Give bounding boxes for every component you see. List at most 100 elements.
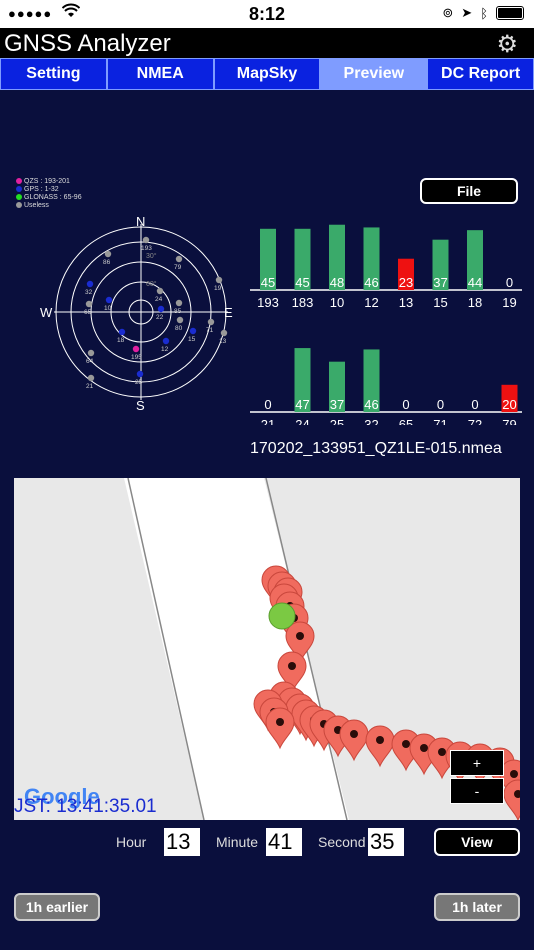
bar-value-label: 0 bbox=[506, 275, 513, 290]
bar-category-label: 12 bbox=[364, 295, 378, 310]
location-pin-icon bbox=[503, 779, 520, 820]
satellite-label: 25 bbox=[135, 379, 143, 386]
second-field[interactable]: 35 bbox=[368, 828, 404, 856]
location-pin-icon bbox=[339, 719, 369, 762]
zoom-in-button[interactable]: + bbox=[450, 750, 504, 776]
tab-preview[interactable]: Preview bbox=[320, 58, 428, 90]
satellite-label: 80 bbox=[175, 325, 183, 332]
satellite-label: 19 bbox=[214, 285, 222, 292]
satellite-label: 24 bbox=[155, 296, 163, 303]
bar-category-label: 193 bbox=[257, 295, 279, 310]
bar-category-label: 19 bbox=[502, 295, 516, 310]
satellite-label: 79 bbox=[174, 264, 182, 271]
satellite-195 bbox=[132, 345, 140, 353]
satellite-label: 15 bbox=[188, 336, 196, 343]
satellite-label: 21 bbox=[86, 383, 94, 390]
bar-value-label: 0 bbox=[264, 397, 271, 412]
ring-label: 30° bbox=[146, 252, 157, 260]
satellite-71 bbox=[207, 318, 215, 326]
tab-nmea[interactable]: NMEA bbox=[106, 58, 214, 90]
satellite-label: 195 bbox=[131, 354, 142, 361]
bar-value-label: 46 bbox=[364, 397, 378, 412]
bluetooth-icon: ᛒ bbox=[480, 5, 488, 21]
satellite-label: 85 bbox=[174, 308, 182, 315]
bar-value-label: 47 bbox=[295, 397, 309, 412]
bar-category-label: 15 bbox=[433, 295, 447, 310]
satellite-12 bbox=[162, 337, 170, 345]
orientation-lock-icon: ⊚ bbox=[442, 5, 454, 20]
bar-category-label: 32 bbox=[364, 417, 378, 425]
current-location-pin-icon bbox=[268, 602, 296, 630]
satellite-label: 86 bbox=[103, 259, 111, 266]
satellite-19 bbox=[215, 276, 223, 284]
satellite-label: 193 bbox=[141, 245, 152, 252]
ring-label: 60° bbox=[146, 280, 157, 288]
satellite-21 bbox=[87, 374, 95, 382]
satellite-label: 22 bbox=[156, 314, 164, 321]
bar-category-label: 10 bbox=[330, 295, 344, 310]
satellite-legend: QZS : 193-201 GPS : 1-32 GLONASS : 65-96… bbox=[16, 178, 82, 210]
bar-value-label: 45 bbox=[261, 275, 275, 290]
satellite-10 bbox=[105, 296, 113, 304]
bar-value-label: 48 bbox=[330, 275, 344, 290]
file-button[interactable]: File bbox=[420, 178, 518, 204]
tab-mapsky[interactable]: MapSky bbox=[213, 58, 321, 90]
signal-chart-bottom: 0 21 47 24 37 25 46 32 0 65 0 71 0 72 20 79 bbox=[250, 348, 522, 425]
jst-time: JST: 13:41:35.01 bbox=[14, 796, 157, 817]
second-label: Second bbox=[318, 834, 366, 850]
map-view[interactable]: Google + - bbox=[14, 478, 520, 820]
legend-item: Useless bbox=[16, 202, 82, 210]
legend-dot-icon bbox=[16, 186, 22, 193]
location-pin-icon bbox=[365, 725, 395, 768]
satellite-label: 10 bbox=[104, 305, 112, 312]
bar-category-label: 72 bbox=[468, 417, 482, 425]
bar-category-label: 71 bbox=[433, 417, 447, 425]
legend-dot-icon bbox=[16, 178, 22, 185]
satellite-18 bbox=[118, 328, 126, 336]
satellite-label: 71 bbox=[206, 327, 214, 334]
satellite-64 bbox=[87, 349, 95, 357]
satellite-79 bbox=[175, 255, 183, 263]
battery-icon bbox=[496, 6, 524, 20]
bar-category-label: 18 bbox=[468, 295, 482, 310]
bar-category-label: 79 bbox=[502, 417, 516, 425]
zoom-out-button[interactable]: - bbox=[450, 778, 504, 804]
hour-field[interactable]: 13 bbox=[164, 828, 200, 856]
tab-setting[interactable]: Setting bbox=[0, 58, 107, 90]
status-icons: ⊚ ➤ ᛒ bbox=[442, 5, 524, 21]
satellite-label: 65 bbox=[84, 309, 92, 316]
legend-item: GPS : 1-32 bbox=[16, 186, 82, 194]
signal-chart-top: 45 193 45 183 48 10 46 12 23 13 37 15 44 18 0 19 bbox=[250, 224, 522, 310]
satellite-label: 32 bbox=[85, 289, 93, 296]
tab-dc-report[interactable]: DC Report bbox=[427, 58, 534, 90]
satellite-label: 64 bbox=[86, 358, 94, 365]
road-area bbox=[124, 478, 349, 820]
satellite-label: 13 bbox=[219, 338, 227, 345]
bar-value-label: 45 bbox=[295, 275, 309, 290]
gear-icon[interactable]: ⚙ bbox=[496, 30, 518, 59]
view-button[interactable]: View bbox=[434, 828, 520, 856]
title-bar: GNSS Analyzer ⚙ bbox=[0, 28, 534, 58]
one-hour-earlier-button[interactable]: 1h earlier bbox=[14, 893, 100, 921]
bar-value-label: 37 bbox=[330, 397, 344, 412]
location-icon: ➤ bbox=[461, 5, 473, 20]
signal-bar-charts: 45 193 45 183 48 10 46 12 23 13 37 15 44 18 0 19 0 21 47 2… bbox=[250, 224, 522, 425]
satellite-86 bbox=[104, 250, 112, 258]
satellite-80 bbox=[176, 316, 184, 324]
satellite-22 bbox=[157, 305, 165, 313]
bar-category-label: 65 bbox=[399, 417, 413, 425]
bar-value-label: 44 bbox=[468, 275, 482, 290]
bar-value-label: 46 bbox=[364, 275, 378, 290]
satellite-label: 12 bbox=[161, 346, 169, 353]
bar-category-label: 183 bbox=[292, 295, 314, 310]
bar-category-label: 24 bbox=[295, 417, 309, 425]
bar-value-label: 20 bbox=[502, 397, 516, 412]
bar-value-label: 23 bbox=[399, 275, 413, 290]
one-hour-later-button[interactable]: 1h later bbox=[434, 893, 520, 921]
status-bar: ●●●●● 8:12 ⊚ ➤ ᛒ bbox=[0, 0, 534, 28]
minute-field[interactable]: 41 bbox=[266, 828, 302, 856]
satellite-193 bbox=[142, 236, 150, 244]
compass-west: W bbox=[40, 305, 53, 320]
bar-category-label: 25 bbox=[330, 417, 344, 425]
minute-label: Minute bbox=[216, 834, 259, 850]
